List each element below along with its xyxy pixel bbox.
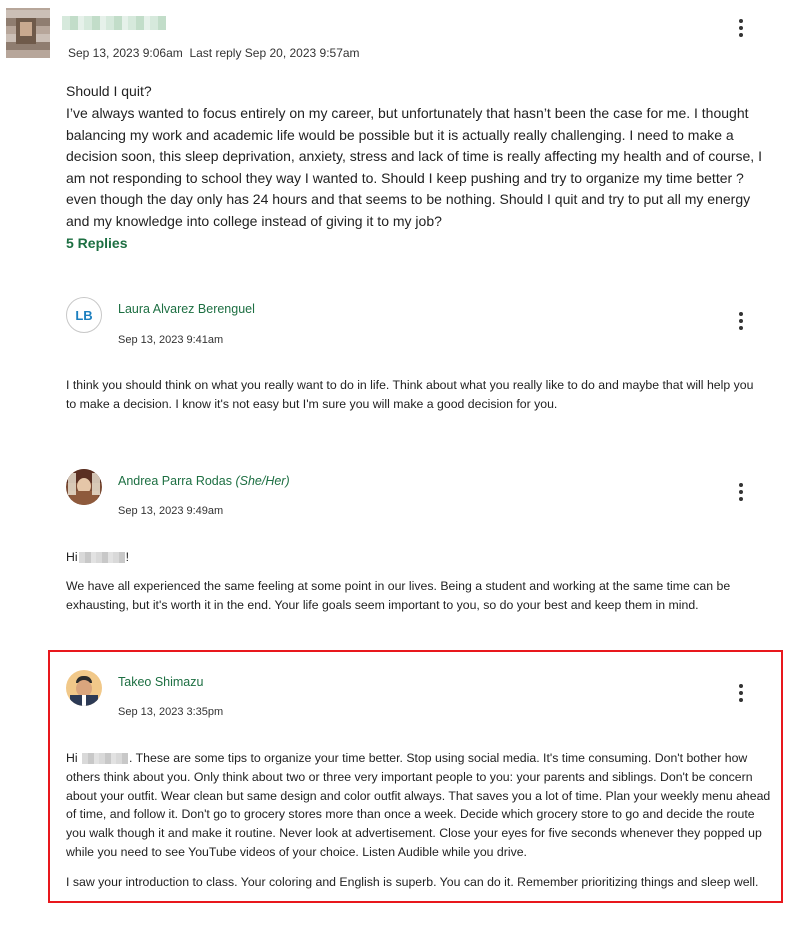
author-name: Andrea Parra Rodas bbox=[118, 474, 232, 488]
post-timestamp: Sep 13, 2023 9:06am Last reply Sep 20, 2… bbox=[68, 46, 360, 60]
reply-date: Sep 13, 2023 9:49am bbox=[118, 505, 224, 517]
post-options-menu-icon[interactable] bbox=[731, 15, 751, 41]
reply-text: I think you should think on what you rea… bbox=[66, 378, 754, 411]
reply-date: Sep 13, 2023 9:41am bbox=[118, 334, 224, 346]
reply-options-menu-icon[interactable] bbox=[731, 680, 751, 706]
post-date: Sep 13, 2023 9:06am bbox=[68, 46, 183, 60]
replies-link[interactable]: 5 Replies bbox=[66, 235, 127, 251]
greeting-word: Hi bbox=[66, 550, 78, 564]
redacted-name bbox=[82, 753, 129, 765]
avatar-initials: LB bbox=[75, 307, 93, 323]
author-name-redacted[interactable] bbox=[62, 16, 166, 30]
reply-options-menu-icon[interactable] bbox=[731, 479, 751, 505]
greeting-punctuation: ! bbox=[125, 550, 130, 564]
reply-greeting: Hi! bbox=[66, 548, 129, 567]
reply-author[interactable]: Takeo Shimazu bbox=[118, 675, 203, 689]
reply-text-main: . These are some tips to organize your t… bbox=[66, 751, 771, 859]
reply-options-menu-icon[interactable] bbox=[731, 308, 751, 334]
initials-avatar[interactable]: LB bbox=[66, 297, 102, 333]
last-reply-date: Last reply Sep 20, 2023 9:57am bbox=[189, 46, 360, 60]
post-body: I’ve always wanted to focus entirely on … bbox=[66, 105, 762, 229]
reply-text: We have all experienced the same feeling… bbox=[66, 579, 731, 612]
reply-author[interactable]: Laura Alvarez Berenguel bbox=[118, 302, 255, 316]
redacted-name bbox=[78, 552, 125, 564]
reply-text: Hi . These are some tips to organize you… bbox=[66, 749, 772, 862]
reply-text-secondary: I saw your introduction to class. Your c… bbox=[66, 875, 759, 889]
author-avatar[interactable] bbox=[6, 8, 50, 58]
greeting-word: Hi bbox=[66, 751, 78, 765]
photo-avatar[interactable] bbox=[66, 469, 102, 505]
reply-author[interactable]: Andrea Parra Rodas (She/Her) bbox=[118, 474, 290, 488]
reply-date: Sep 13, 2023 3:35pm bbox=[118, 706, 224, 718]
photo-avatar[interactable] bbox=[66, 670, 102, 706]
author-pronouns: (She/Her) bbox=[235, 474, 290, 488]
post-title: Should I quit? bbox=[66, 83, 152, 99]
